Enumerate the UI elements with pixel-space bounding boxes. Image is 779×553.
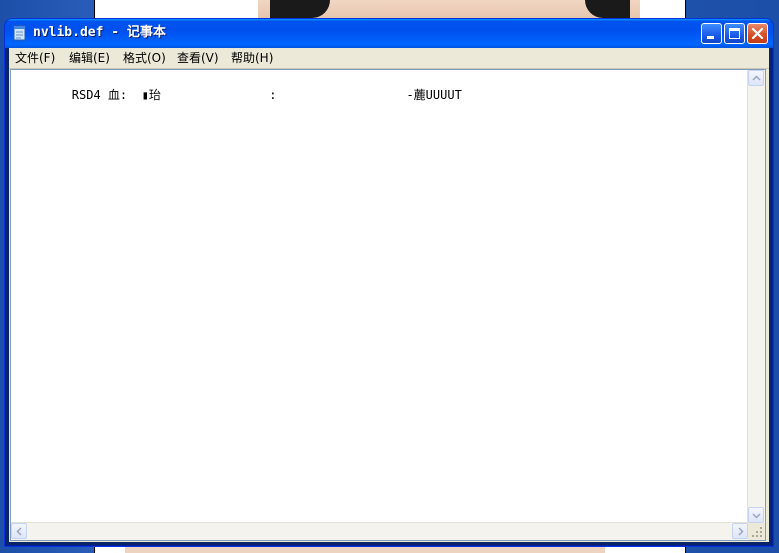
scroll-down-button[interactable]: [748, 507, 764, 523]
minimize-button[interactable]: [701, 23, 722, 44]
menu-view[interactable]: 查看(V): [177, 50, 219, 66]
scroll-right-button[interactable]: [732, 523, 748, 539]
notepad-icon[interactable]: [13, 25, 27, 41]
scroll-left-button[interactable]: [11, 523, 27, 539]
scroll-up-button[interactable]: [748, 70, 764, 86]
size-grip-icon[interactable]: [748, 523, 765, 540]
background-photo-top: [258, 0, 640, 18]
scroll-left-icon: [16, 527, 22, 536]
scroll-down-icon: [752, 513, 761, 519]
text-editor[interactable]: RSD4 ⾎: ▮珆 : -蔍UUUUT ‾: [10, 69, 766, 541]
document-text[interactable]: RSD4 ⾎: ▮珆 : -蔍UUUUT ‾: [14, 71, 749, 521]
document-overbar: ‾: [186, 71, 194, 78]
horizontal-scrollbar[interactable]: [11, 522, 748, 540]
menu-file[interactable]: 文件(F): [15, 50, 55, 66]
maximize-icon: [729, 28, 740, 39]
maximize-button[interactable]: [724, 23, 745, 44]
menu-edit[interactable]: 编辑(E): [69, 50, 110, 66]
close-button[interactable]: [747, 23, 768, 44]
close-icon: [751, 27, 764, 40]
scroll-right-icon: [738, 527, 744, 536]
window-title: nvlib.def - 记事本: [33, 25, 166, 40]
menu-bar: 文件(F) 编辑(E) 格式(O) 查看(V) 帮助(H): [9, 48, 769, 69]
client-area: 文件(F) 编辑(E) 格式(O) 查看(V) 帮助(H) RSD4 ⾎: ▮珆…: [9, 48, 769, 542]
menu-format[interactable]: 格式(O): [123, 50, 166, 66]
minimize-icon: [707, 36, 714, 39]
vertical-scrollbar[interactable]: [747, 70, 765, 523]
document-line-1: RSD4 ⾎: ▮珆 : -蔍UUUUT: [71, 88, 462, 102]
scroll-up-icon: [752, 75, 761, 81]
notepad-window: nvlib.def - 记事本 文件(F) 编辑(E) 格式(O) 查看(V) …: [4, 18, 774, 547]
title-bar[interactable]: nvlib.def - 记事本: [5, 19, 773, 48]
menu-help[interactable]: 帮助(H): [231, 50, 273, 66]
